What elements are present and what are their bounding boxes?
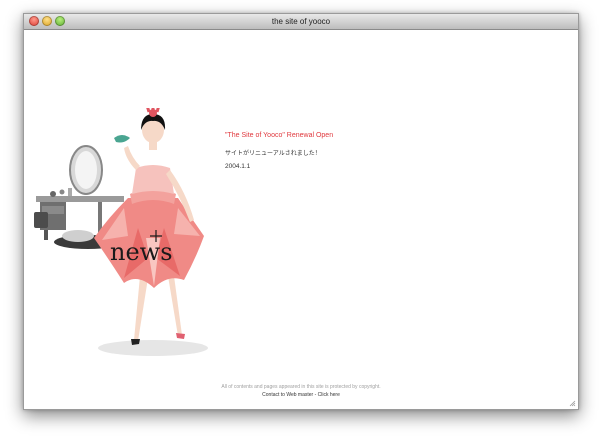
footer: All of contents and pages appeared in th… bbox=[24, 383, 578, 399]
copyright-notice: All of contents and pages appeared in th… bbox=[221, 384, 381, 390]
title-bar[interactable]: the site of yooco bbox=[24, 14, 578, 30]
dress-graphic bbox=[94, 165, 204, 288]
resize-grip-icon[interactable] bbox=[569, 400, 576, 407]
browser-window: the site of yooco news "The Site of Yooc… bbox=[23, 13, 579, 410]
bird-graphic bbox=[114, 135, 130, 143]
news-block: "The Site of Yooco" Renewal Open サイトがリニュ… bbox=[225, 132, 525, 170]
contact-link[interactable]: Contact to Web master - Click here bbox=[24, 391, 578, 399]
news-body: サイトがリニューアルされました！ bbox=[225, 150, 321, 157]
floor-shadow bbox=[98, 340, 208, 356]
news-headline: "The Site of Yooco" Renewal Open bbox=[225, 132, 334, 139]
page-content: news "The Site of Yooco" Renewal Open サイ… bbox=[24, 30, 578, 409]
desktop: the site of yooco news "The Site of Yooc… bbox=[0, 0, 600, 438]
news-illustration: news bbox=[34, 108, 208, 356]
window-title: the site of yooco bbox=[271, 17, 331, 26]
news-date: 2004.1.1 bbox=[225, 163, 251, 170]
news-logo-text: news bbox=[110, 238, 173, 266]
